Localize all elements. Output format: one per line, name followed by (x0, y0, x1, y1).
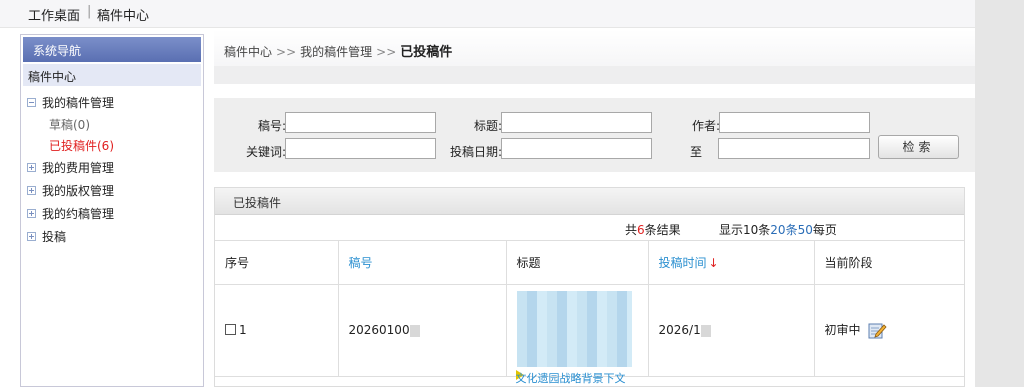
row-index: 1 (239, 323, 247, 337)
plus-box-icon[interactable] (27, 163, 36, 172)
table-header-row: 序号 稿号 标题 投稿时间 ↓ 当前阶段 (215, 241, 964, 285)
sidebar-item-label: 我的约稿管理 (42, 207, 115, 221)
page-size-suffix: 每页 (812, 223, 837, 237)
col-manuscript-id[interactable]: 稿号 (338, 241, 507, 285)
col-submit-time[interactable]: 投稿时间 ↓ (648, 241, 815, 285)
panel-title: 已投稿件 (215, 188, 964, 215)
col-current-stage: 当前阶段 (814, 241, 964, 285)
result-summary: 共6条结果 显示10条20条50每页 (215, 215, 964, 241)
sidebar-item-label: 我的稿件管理 (42, 96, 115, 110)
row-title-link[interactable]: 文化遗园战略背景下文 (516, 370, 626, 386)
breadcrumb-separator: >> (376, 45, 397, 59)
sidebar-item-label: 投稿 (42, 230, 67, 244)
manuscript-table: 序号 稿号 标题 投稿时间 ↓ 当前阶段 1 20260100 文化遗园战略背景下… (215, 241, 964, 385)
cell-submit-time: 2026/1 (648, 284, 815, 377)
right-gutter (975, 0, 1024, 387)
total-suffix: 条结果 (644, 223, 681, 237)
minus-box-icon[interactable] (27, 98, 36, 107)
row-manuscript-id: 20260100 (348, 323, 410, 337)
keyword-label: 关键词: (246, 145, 287, 159)
sidebar-item-my-manuscripts[interactable]: 我的稿件管理 (21, 91, 203, 114)
sidebar-item-label: 我的费用管理 (42, 161, 115, 175)
redaction-mask (409, 324, 420, 337)
search-button[interactable]: 检索 (878, 135, 959, 159)
cell-index: 1 (215, 284, 339, 377)
redacted-title-image (516, 290, 632, 367)
cell-manuscript-id: 20260100 (338, 284, 507, 377)
title-input[interactable] (501, 112, 652, 133)
breadcrumb-separator: >> (276, 45, 297, 59)
col-submit-time-label: 投稿时间 (658, 255, 707, 270)
author-input[interactable] (719, 112, 870, 133)
tab-manuscript-center[interactable]: 稿件中心 (97, 5, 149, 24)
page-title: 已投稿件 (400, 45, 453, 60)
checkbox-icon[interactable] (225, 324, 236, 335)
sidebar-item-fees[interactable]: 我的费用管理 (21, 156, 203, 179)
breadcrumb-item-center[interactable]: 稿件中心 (224, 45, 272, 59)
author-label: 作者: (692, 119, 721, 133)
page-size-selector: 显示10条20条50每页 (719, 221, 837, 238)
sidebar-item-label: 草稿(0) (49, 118, 90, 132)
sidebar-item-label: 已投稿件(6) (49, 139, 114, 153)
sidebar-header: 系统导航 (23, 37, 201, 62)
top-tab-bar: 工作桌面 | 稿件中心 (0, 0, 975, 28)
tab-workspace[interactable]: 工作桌面 (28, 5, 80, 24)
sidebar: 系统导航 稿件中心 我的稿件管理 草稿(0) 已投稿件(6) 我的费用管理 我的… (20, 34, 204, 387)
sidebar-item-commissions[interactable]: 我的约稿管理 (21, 202, 203, 225)
sidebar-item-label: 我的版权管理 (42, 184, 115, 198)
sidebar-tree: 我的稿件管理 草稿(0) 已投稿件(6) 我的费用管理 我的版权管理 我的约稿管… (21, 91, 203, 248)
plus-box-icon[interactable] (27, 232, 36, 241)
breadcrumb-item-my-manuscripts[interactable]: 我的稿件管理 (300, 45, 372, 59)
page-size-10[interactable]: 10条 (743, 223, 770, 237)
plus-box-icon[interactable] (27, 209, 36, 218)
col-title: 标题 (506, 241, 649, 285)
redaction-mask (700, 324, 711, 337)
cell-title: 文化遗园战略背景下文 (506, 284, 649, 385)
row-submit-time: 2026/1 (658, 323, 701, 337)
total-prefix: 共 (625, 223, 638, 237)
manuscript-id-input[interactable] (285, 112, 436, 133)
date-from-input[interactable] (501, 138, 652, 159)
total-count: 6 (637, 223, 645, 237)
submit-date-label: 投稿日期: (450, 145, 503, 159)
search-form: 稿号: 标题: 作者: 关键词: 投稿日期: 至 检索 (214, 98, 975, 172)
date-to-label: 至 (690, 145, 703, 159)
total-count-text: 共6条结果 (625, 221, 681, 238)
sidebar-item-copyright[interactable]: 我的版权管理 (21, 179, 203, 202)
sidebar-item-submitted[interactable]: 已投稿件(6) (21, 135, 203, 156)
page-size-prefix: 显示 (719, 223, 744, 237)
breadcrumb: 稿件中心 >> 我的稿件管理 >> 已投稿件 (224, 41, 452, 60)
submitted-list-panel: 已投稿件 共6条结果 显示10条20条50每页 序号 稿号 标题 投稿时间 ↓ 当… (214, 187, 965, 387)
col-index: 序号 (215, 241, 339, 285)
edit-pencil-icon[interactable] (868, 321, 887, 339)
keyword-input[interactable] (285, 138, 436, 159)
manuscript-id-label: 稿号: (258, 119, 287, 133)
plus-box-icon[interactable] (27, 186, 36, 195)
cell-current-stage: 初审中 (814, 284, 964, 377)
breadcrumb-divider (214, 66, 975, 84)
title-label: 标题: (474, 119, 503, 133)
date-to-input[interactable] (718, 138, 870, 159)
sidebar-item-submit[interactable]: 投稿 (21, 225, 203, 248)
sidebar-section-title[interactable]: 稿件中心 (23, 64, 201, 86)
sidebar-item-drafts[interactable]: 草稿(0) (21, 114, 203, 135)
tab-separator: | (87, 4, 92, 19)
table-row: 1 20260100 文化遗园战略背景下文 2026/1 初审中 (215, 284, 964, 385)
page-size-20[interactable]: 20条 (770, 223, 797, 237)
breadcrumb-bar: 稿件中心 >> 我的稿件管理 >> 已投稿件 (214, 30, 975, 84)
page-size-50[interactable]: 50 (798, 223, 813, 237)
sort-down-icon[interactable]: ↓ (709, 256, 719, 270)
row-stage: 初审中 (824, 322, 861, 337)
